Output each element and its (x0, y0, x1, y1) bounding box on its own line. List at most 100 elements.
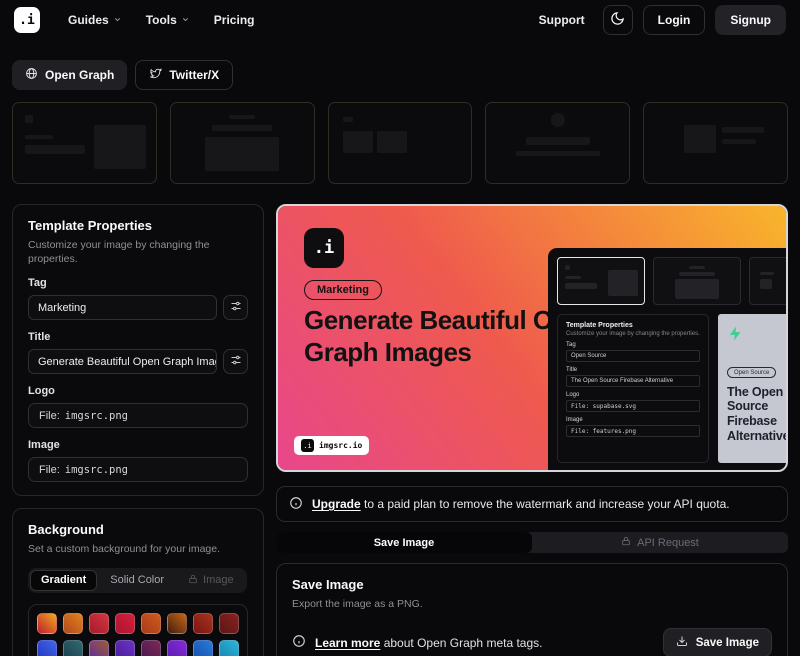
logo-label: Logo (28, 385, 248, 397)
supabase-bolt-icon (727, 329, 744, 346)
save-image-button-label: Save Image (696, 637, 759, 649)
gradient-swatch[interactable] (167, 613, 187, 634)
info-icon (292, 634, 306, 651)
tab-save-image[interactable]: Save Image (276, 532, 532, 553)
template-thumbnail-row (12, 102, 788, 184)
og-image-preview: .i Marketing Generate Beautiful Open Gra… (276, 204, 788, 472)
gradient-swatch[interactable] (219, 640, 239, 656)
lock-icon (188, 574, 198, 587)
gradient-swatch[interactable] (167, 640, 187, 656)
gradient-swatch[interactable] (141, 613, 161, 634)
tab-api-request[interactable]: API Request (532, 532, 788, 553)
template-thumbnail[interactable] (328, 102, 473, 184)
learn-more-link[interactable]: Learn more (315, 636, 380, 650)
app-logo[interactable]: .i (14, 7, 40, 33)
gradient-swatch[interactable] (115, 613, 135, 634)
nested-og-preview: Open Source The Open Source Firebase Alt… (718, 314, 788, 463)
theme-toggle-button[interactable] (603, 5, 633, 35)
main-content: Open Graph Twitter/X (0, 60, 800, 656)
gradient-swatch[interactable] (193, 613, 213, 634)
gradient-swatch[interactable] (115, 640, 135, 656)
chevron-down-icon (181, 13, 190, 27)
gradient-swatch[interactable] (89, 613, 109, 634)
tab-gradient[interactable]: Gradient (30, 570, 97, 591)
login-button[interactable]: Login (643, 5, 706, 35)
tab-open-graph[interactable]: Open Graph (12, 60, 127, 90)
preview-logo: .i (304, 228, 344, 268)
properties-title: Template Properties (28, 218, 248, 233)
nested-image-input: File: features.png (566, 425, 700, 437)
image-file-prefix: File: (39, 464, 60, 476)
template-thumbnail[interactable] (170, 102, 315, 184)
title-input[interactable]: Generate Beautiful Open Graph Images (28, 349, 217, 374)
gradient-swatch[interactable] (37, 640, 57, 656)
header-actions: Support Login Signup (539, 5, 786, 35)
globe-icon (25, 67, 38, 83)
title-options-button[interactable] (223, 349, 248, 374)
nested-properties-subtitle: Customize your image by changing the pro… (566, 331, 700, 337)
tag-field-row: Marketing (28, 295, 248, 320)
nested-logo-input: File: supabase.svg (566, 400, 700, 412)
logo-file-input[interactable]: File: imgsrc.png (28, 403, 248, 428)
gradient-swatch[interactable] (141, 640, 161, 656)
image-label: Image (28, 439, 248, 451)
nav-item-tools[interactable]: Tools (146, 13, 190, 27)
image-file-name: imgsrc.png (65, 464, 128, 476)
signup-button[interactable]: Signup (715, 5, 786, 35)
gradient-swatch[interactable] (193, 640, 213, 656)
nested-thumbnail (557, 257, 645, 305)
upgrade-notice: Upgrade to a paid plan to remove the wat… (276, 486, 788, 522)
bird-icon (149, 67, 162, 83)
tab-image[interactable]: Image (177, 570, 245, 591)
template-thumbnail[interactable] (643, 102, 788, 184)
nested-og-tag-badge: Open Source (727, 367, 776, 378)
lock-icon (621, 536, 631, 549)
template-thumbnail[interactable] (12, 102, 157, 184)
nested-tag-label: Tag (566, 342, 700, 348)
gradient-swatch[interactable] (219, 613, 239, 634)
gradient-swatch[interactable] (89, 640, 109, 656)
watermark-logo: .i (301, 439, 314, 452)
save-card-subtitle: Export the image as a PNG. (292, 597, 772, 611)
nested-properties-title: Template Properties (566, 322, 700, 329)
background-subtitle: Set a custom background for your image. (28, 542, 248, 556)
preview-column: .i Marketing Generate Beautiful Open Gra… (276, 204, 788, 656)
tab-twitter-x[interactable]: Twitter/X (135, 60, 233, 90)
app-root: .i Guides Tools Pricing Support Login Si… (0, 0, 800, 656)
preview-tag-badge: Marketing (304, 280, 382, 300)
image-file-input[interactable]: File: imgsrc.png (28, 457, 248, 482)
tab-twitter-x-label: Twitter/X (169, 68, 219, 82)
learn-more-text: Learn more about Open Graph meta tags. (315, 636, 542, 650)
support-link[interactable]: Support (539, 13, 585, 27)
tag-label: Tag (28, 277, 248, 289)
tag-options-button[interactable] (223, 295, 248, 320)
upgrade-link[interactable]: Upgrade (312, 497, 361, 511)
nested-og-title: The Open Source Firebase Alternative (727, 385, 788, 444)
gradient-swatch[interactable] (63, 613, 83, 634)
nested-editor-row: Template Properties Customize your image… (557, 314, 779, 463)
nav-item-pricing[interactable]: Pricing (214, 13, 255, 27)
image-type-tabs: Open Graph Twitter/X (12, 60, 788, 90)
save-image-card: Save Image Export the image as a PNG. Le… (276, 563, 788, 656)
editor-layout: Template Properties Customize your image… (12, 204, 788, 656)
moon-icon (610, 11, 625, 29)
nested-thumbnail-row (557, 257, 779, 305)
gradient-swatch[interactable] (37, 613, 57, 634)
nested-properties-panel: Template Properties Customize your image… (557, 314, 709, 463)
tab-solid-color[interactable]: Solid Color (99, 570, 175, 591)
settings-column: Template Properties Customize your image… (12, 204, 264, 656)
logo-file-prefix: File: (39, 410, 60, 422)
main-nav: Guides Tools Pricing (68, 13, 254, 27)
watermark-badge: .i imgsrc.io (294, 436, 369, 455)
signup-label: Signup (730, 13, 771, 27)
save-card-footer: Learn more about Open Graph meta tags. S… (292, 628, 772, 656)
nav-item-guides[interactable]: Guides (68, 13, 122, 27)
nested-title-input: The Open Source Firebase Alternative (566, 375, 700, 387)
gradient-swatch[interactable] (63, 640, 83, 656)
upgrade-notice-text: Upgrade to a paid plan to remove the wat… (312, 497, 730, 511)
tab-open-graph-label: Open Graph (45, 68, 114, 82)
save-image-button[interactable]: Save Image (663, 628, 772, 656)
nested-logo-label: Logo (566, 392, 700, 398)
tag-input[interactable]: Marketing (28, 295, 217, 320)
template-thumbnail[interactable] (485, 102, 630, 184)
